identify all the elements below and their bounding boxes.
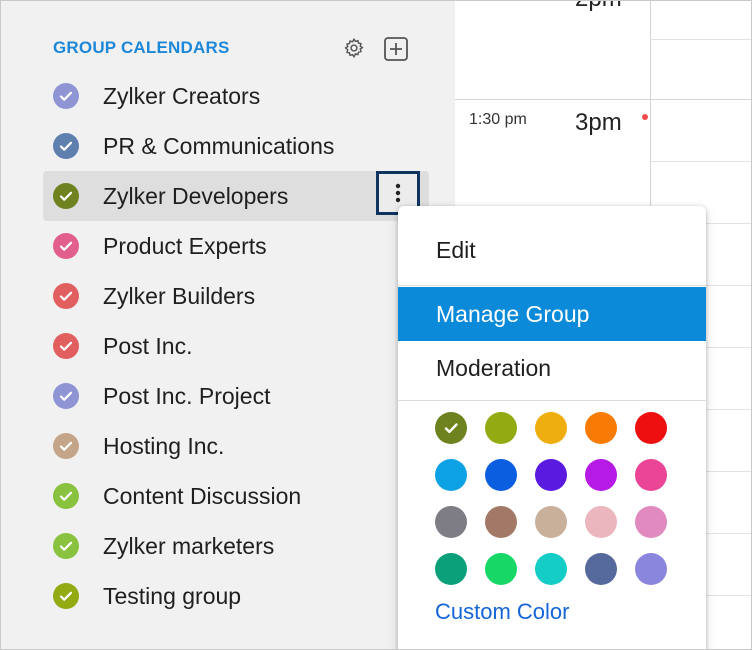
menu-divider bbox=[398, 400, 706, 401]
check-icon bbox=[59, 91, 73, 101]
check-icon bbox=[59, 291, 73, 301]
color-swatch[interactable] bbox=[585, 412, 617, 444]
calendar-checkbox[interactable] bbox=[53, 233, 79, 259]
calendar-label: Zylker Builders bbox=[103, 282, 256, 309]
color-swatch[interactable] bbox=[635, 553, 667, 585]
calendar-item[interactable]: Post Inc. Project bbox=[43, 371, 429, 421]
check-icon bbox=[59, 241, 73, 251]
color-swatch[interactable] bbox=[585, 506, 617, 538]
check-icon bbox=[59, 141, 73, 151]
check-icon bbox=[59, 341, 73, 351]
color-swatch[interactable] bbox=[535, 553, 567, 585]
calendar-item[interactable]: Testing group bbox=[43, 571, 429, 621]
calendar-label: Product Experts bbox=[103, 232, 267, 259]
check-icon bbox=[59, 591, 73, 601]
calendar-checkbox[interactable] bbox=[53, 83, 79, 109]
calendar-label: Zylker marketers bbox=[103, 532, 275, 559]
calendar-item[interactable]: Content Discussion bbox=[43, 471, 429, 521]
calendar-label: Zylker Creators bbox=[103, 82, 261, 109]
color-swatch[interactable] bbox=[585, 553, 617, 585]
calendar-checkbox[interactable] bbox=[53, 483, 79, 509]
calendar-label: Post Inc. Project bbox=[103, 382, 271, 409]
color-swatch[interactable] bbox=[485, 459, 517, 491]
sidebar: GROUP CALENDARS Zylker Creators PR & Comm… bbox=[1, 1, 455, 649]
calendar-label: Zylker Developers bbox=[103, 182, 289, 209]
calendar-item[interactable]: Zylker marketers bbox=[43, 521, 429, 571]
menu-item-manage-group[interactable]: Manage Group bbox=[398, 287, 706, 341]
calendar-item[interactable]: Zylker Creators bbox=[43, 71, 429, 121]
color-swatch[interactable] bbox=[635, 506, 667, 538]
menu-item-edit[interactable]: Edit bbox=[398, 223, 706, 277]
color-swatch[interactable] bbox=[535, 506, 567, 538]
calendar-checkbox[interactable] bbox=[53, 533, 79, 559]
calendar-checkbox[interactable] bbox=[53, 433, 79, 459]
color-swatch[interactable] bbox=[435, 412, 467, 444]
calendar-item[interactable]: Product Experts bbox=[43, 221, 429, 271]
group-calendars-header: GROUP CALENDARS bbox=[53, 36, 423, 62]
calendar-checkbox[interactable] bbox=[53, 183, 79, 209]
color-swatch[interactable] bbox=[485, 506, 517, 538]
color-swatch[interactable] bbox=[435, 553, 467, 585]
calendar-checkbox[interactable] bbox=[53, 333, 79, 359]
calendar-item[interactable]: Zylker Builders bbox=[43, 271, 429, 321]
calendar-item[interactable]: Zylker Developers bbox=[43, 171, 429, 221]
vertical-dots-icon bbox=[395, 183, 401, 203]
color-swatch[interactable] bbox=[485, 412, 517, 444]
plus-square-icon[interactable] bbox=[383, 36, 409, 62]
calendar-label: Content Discussion bbox=[103, 482, 302, 509]
half-hour-line bbox=[650, 161, 751, 162]
color-swatch[interactable] bbox=[585, 459, 617, 491]
check-icon bbox=[59, 191, 73, 201]
color-swatch[interactable] bbox=[435, 506, 467, 538]
check-icon bbox=[59, 541, 73, 551]
calendar-label: PR & Communications bbox=[103, 132, 335, 159]
current-time-dot bbox=[642, 114, 648, 120]
calendar-checkbox[interactable] bbox=[53, 283, 79, 309]
calendar-window: 2pm 1:30 pm 3pm GROUP CALENDARS Zylker C… bbox=[0, 0, 752, 650]
half-hour-line bbox=[650, 39, 751, 40]
calendar-checkbox[interactable] bbox=[53, 133, 79, 159]
menu-divider bbox=[398, 285, 706, 286]
hour-line bbox=[455, 99, 751, 100]
calendar-checkbox[interactable] bbox=[53, 583, 79, 609]
calendar-label: Post Inc. bbox=[103, 332, 193, 359]
time-label-half: 1:30 pm bbox=[469, 111, 527, 128]
check-icon bbox=[444, 423, 458, 434]
check-icon bbox=[59, 441, 73, 451]
calendar-item[interactable]: PR & Communications bbox=[43, 121, 429, 171]
calendar-item[interactable]: Post Inc. bbox=[43, 321, 429, 371]
custom-color-link[interactable]: Custom Color bbox=[435, 599, 569, 625]
color-swatch[interactable] bbox=[435, 459, 467, 491]
calendar-label: Testing group bbox=[103, 582, 242, 609]
color-swatch[interactable] bbox=[535, 459, 567, 491]
hour-label: 3pm bbox=[575, 109, 622, 136]
calendar-list: Zylker Creators PR & Communications Zylker… bbox=[43, 71, 429, 621]
section-title: GROUP CALENDARS bbox=[53, 38, 230, 57]
gear-icon[interactable] bbox=[343, 37, 365, 59]
color-swatch[interactable] bbox=[535, 412, 567, 444]
color-swatch[interactable] bbox=[635, 459, 667, 491]
check-icon bbox=[59, 391, 73, 401]
calendar-label: Hosting Inc. bbox=[103, 432, 225, 459]
calendar-item[interactable]: Hosting Inc. bbox=[43, 421, 429, 471]
check-icon bbox=[59, 491, 73, 501]
color-swatch[interactable] bbox=[485, 553, 517, 585]
color-swatch[interactable] bbox=[635, 412, 667, 444]
hour-label-prev: 2pm bbox=[575, 1, 622, 13]
calendar-checkbox[interactable] bbox=[53, 383, 79, 409]
calendar-options-menu: Edit Manage Group Moderation Custom Colo… bbox=[398, 206, 706, 649]
menu-item-moderation[interactable]: Moderation bbox=[398, 341, 706, 395]
